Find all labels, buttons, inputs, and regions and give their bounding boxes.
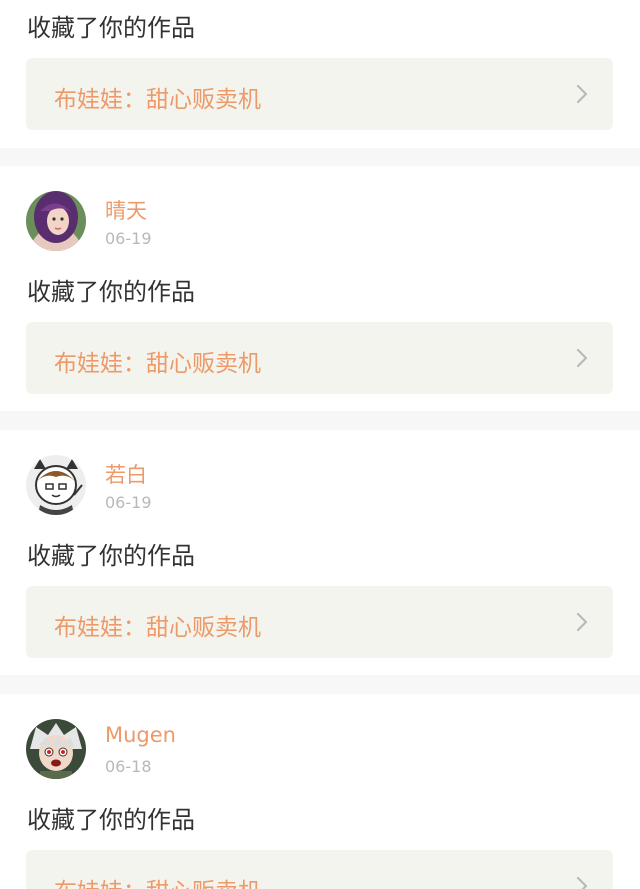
chevron-right-icon <box>576 612 588 632</box>
notification-card: Mugen 06-18 收藏了你的作品 布娃娃：甜心贩卖机 <box>0 694 640 889</box>
work-link[interactable]: 布娃娃：甜心贩卖机 <box>26 850 613 889</box>
work-title: 布娃娃：甜心贩卖机 <box>54 87 261 113</box>
notification-card: 晴天 06-19 收藏了你的作品 布娃娃：甜心贩卖机 <box>0 166 640 411</box>
action-text: 收藏了你的作品 <box>27 278 195 306</box>
action-text: 收藏了你的作品 <box>27 14 195 42</box>
date: 06-18 <box>105 757 152 776</box>
work-title: 布娃娃：甜心贩卖机 <box>54 351 261 377</box>
notification-card: 若白 06-19 收藏了你的作品 布娃娃：甜心贩卖机 <box>0 430 640 675</box>
notification-card: 收藏了你的作品 布娃娃：甜心贩卖机 <box>0 0 640 148</box>
avatar[interactable] <box>26 191 86 251</box>
date: 06-19 <box>105 229 152 248</box>
avatar[interactable] <box>26 719 86 779</box>
work-title: 布娃娃：甜心贩卖机 <box>54 872 261 889</box>
avatar-girl-icon <box>26 191 86 251</box>
work-link[interactable]: 布娃娃：甜心贩卖机 <box>26 322 613 394</box>
username[interactable]: 若白 <box>105 459 147 489</box>
avatar[interactable] <box>26 455 86 515</box>
chevron-right-icon <box>576 84 588 104</box>
work-title: 布娃娃：甜心贩卖机 <box>54 615 261 641</box>
action-text: 收藏了你的作品 <box>27 806 195 834</box>
chevron-right-icon <box>576 876 588 889</box>
avatar-anime-icon <box>26 719 86 779</box>
work-link[interactable]: 布娃娃：甜心贩卖机 <box>26 586 613 658</box>
avatar-cartoon-boy-icon <box>26 455 86 515</box>
date: 06-19 <box>105 493 152 512</box>
action-text: 收藏了你的作品 <box>27 542 195 570</box>
username[interactable]: 晴天 <box>105 195 147 225</box>
work-link[interactable]: 布娃娃：甜心贩卖机 <box>26 58 613 130</box>
notification-feed: 收藏了你的作品 布娃娃：甜心贩卖机 晴天 06-19 收藏了你的作品 布娃娃：甜… <box>0 0 640 889</box>
chevron-right-icon <box>576 348 588 368</box>
username[interactable]: Mugen <box>105 723 176 747</box>
